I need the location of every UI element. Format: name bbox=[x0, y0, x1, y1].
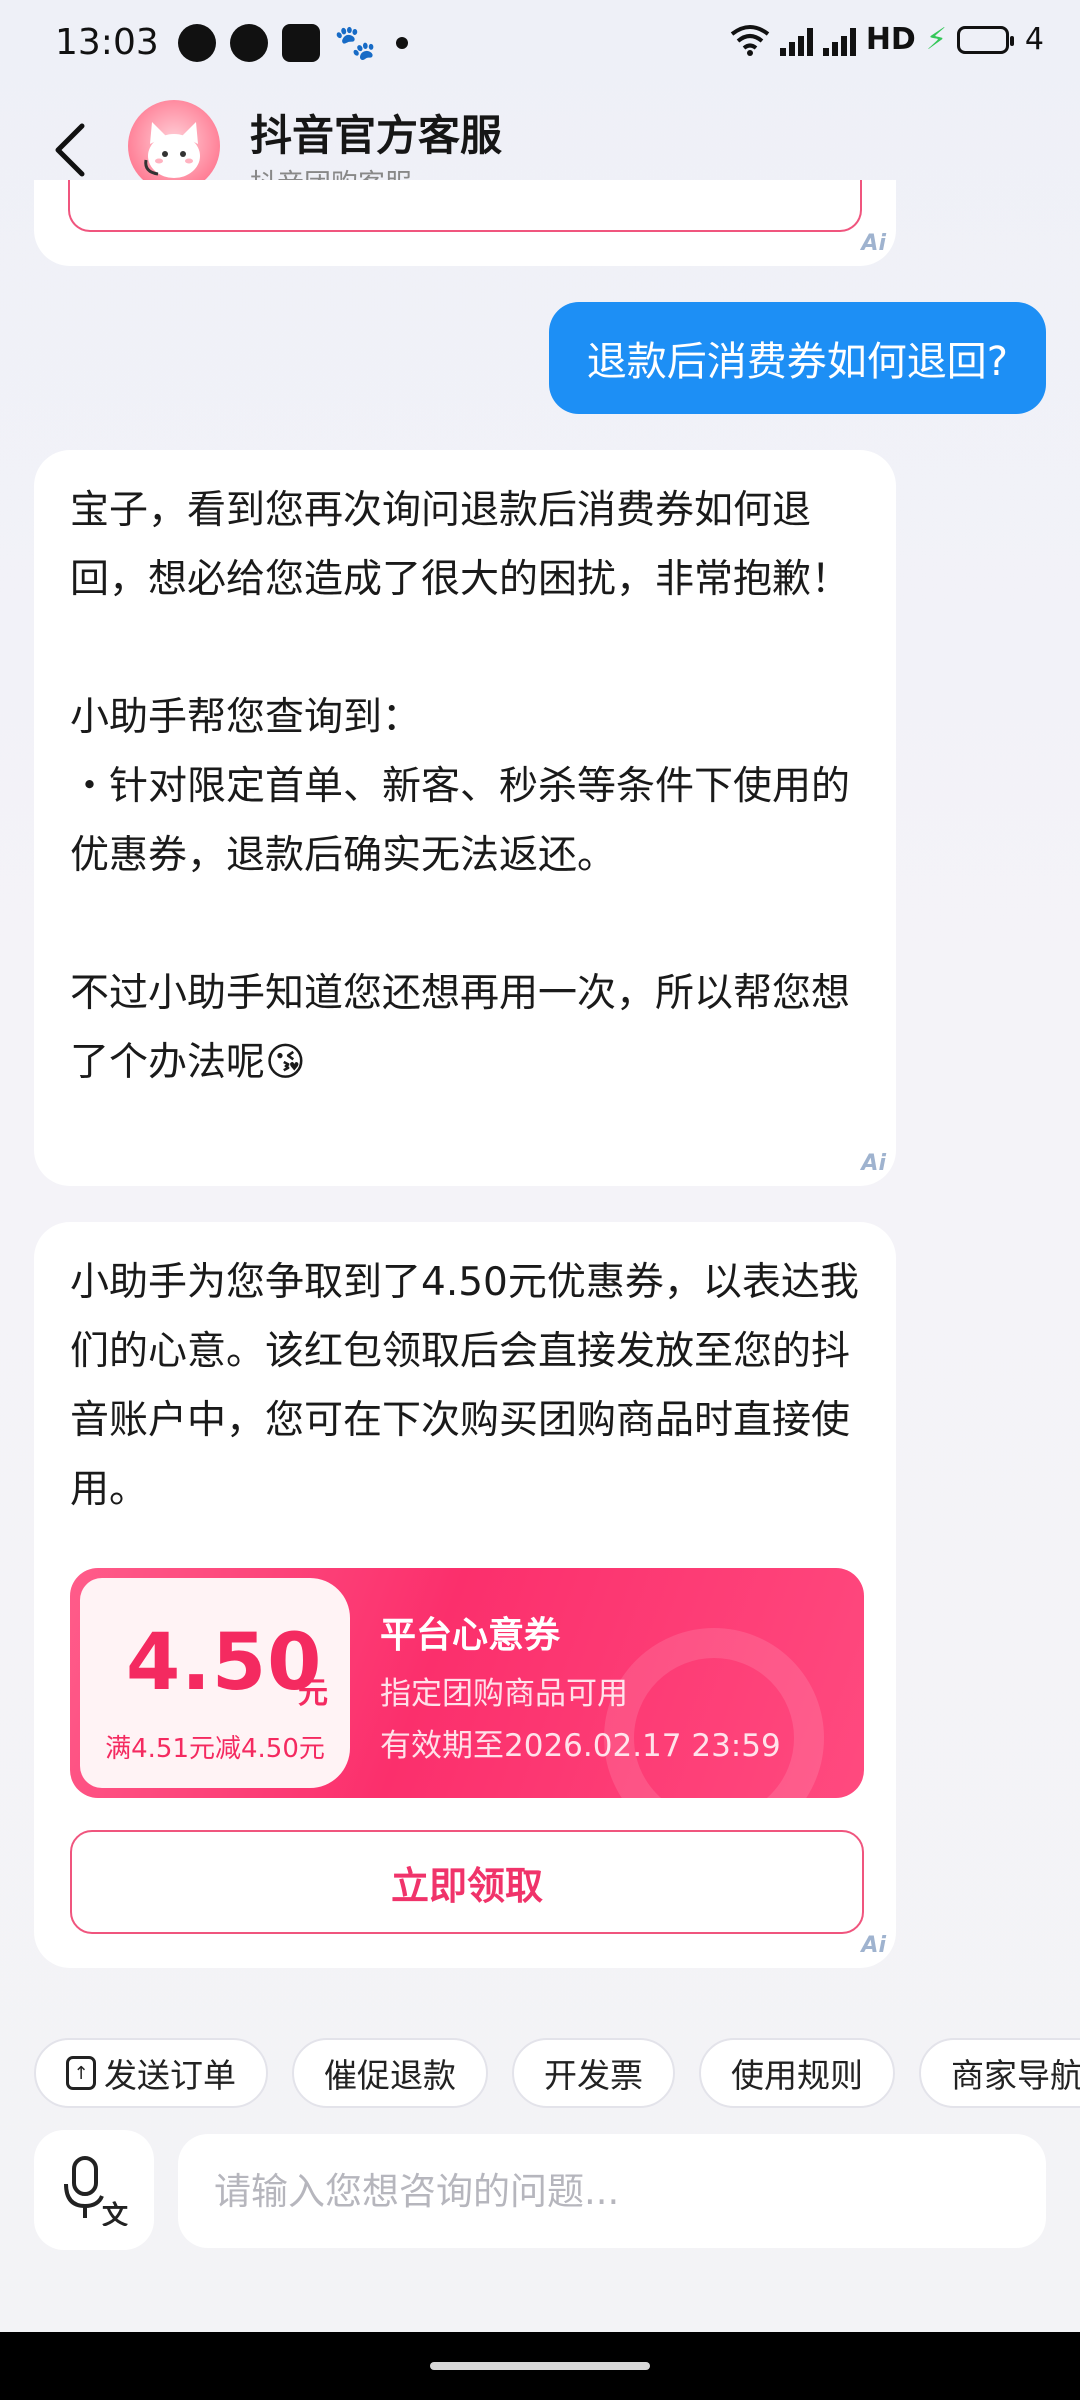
svg-text:文: 文 bbox=[102, 2200, 129, 2226]
coupon-condition: 满4.51元减4.50元 bbox=[105, 1734, 325, 1764]
page-title: 抖音官方客服 bbox=[250, 111, 503, 160]
bot-message-apology: 宝子，看到您再次询问退款后消费券如何退回，想必给您造成了很大的困扰，非常抱歉！ … bbox=[34, 450, 896, 1186]
chat-icon bbox=[230, 24, 268, 62]
coupon-expiry: 有效期至2026.02.17 23:59 bbox=[380, 1728, 781, 1764]
system-status: HD ⚡ 4 bbox=[730, 22, 1044, 57]
more-notifications-dot bbox=[396, 37, 408, 49]
voice-input-button[interactable]: 文 bbox=[34, 2130, 154, 2250]
signal-icon-2 bbox=[822, 24, 856, 56]
coupon-amount: 4.50 bbox=[126, 1618, 323, 1708]
reply-bullet: ・针对限定首单、新客、秒杀等条件下使用的优惠券，退款后确实无法返还。 bbox=[70, 764, 851, 878]
ai-badge: Ai bbox=[861, 1933, 886, 1958]
charging-icon: ⚡ bbox=[925, 22, 947, 57]
message-text: 小助手为您争取到了4.50元优惠券，以表达我们的心意。该红包领取后会直接发放至您… bbox=[70, 1248, 860, 1524]
chip-label: 使用规则 bbox=[731, 2056, 863, 2095]
home-indicator[interactable] bbox=[430, 2362, 650, 2370]
microphone-translate-icon: 文 bbox=[64, 2156, 129, 2226]
chip-label: 开发票 bbox=[544, 2056, 643, 2095]
coupon-decoration bbox=[604, 1628, 824, 1798]
claim-coupon-button[interactable]: 立即领取 bbox=[70, 1830, 864, 1934]
order-icon: ↑ bbox=[66, 2056, 96, 2090]
ai-badge: Ai bbox=[861, 1151, 886, 1176]
chip-send-order[interactable]: ↑ 发送订单 bbox=[34, 2038, 268, 2108]
ai-badge: Ai bbox=[861, 231, 886, 256]
chip-usage-rules[interactable]: 使用规则 bbox=[699, 2038, 895, 2108]
cat-mascot-icon bbox=[144, 122, 200, 178]
bot-message-coupon: 小助手为您争取到了4.50元优惠券，以表达我们的心意。该红包领取后会直接发放至您… bbox=[34, 1222, 896, 1968]
qq-icon bbox=[282, 24, 320, 62]
question-input[interactable] bbox=[178, 2134, 1046, 2248]
coupon-scope: 指定团购商品可用 bbox=[380, 1676, 628, 1712]
quick-actions: ↑ 发送订单 催促退款 开发票 使用规则 商家导航 bbox=[34, 2038, 1080, 2108]
chip-label: 商家导航 bbox=[951, 2056, 1080, 2095]
chip-label: 催促退款 bbox=[324, 2056, 456, 2095]
wifi-icon bbox=[730, 24, 770, 56]
message-text: 宝子，看到您再次询问退款后消费券如何退回，想必给您造成了很大的困扰，非常抱歉！ … bbox=[70, 476, 860, 1097]
reply-paragraph: 小助手为您争取到了4.50元优惠券，以表达我们的心意。该红包领取后会直接发放至您… bbox=[70, 1260, 859, 1512]
signal-icon-1 bbox=[779, 24, 813, 56]
chip-urge-refund[interactable]: 催促退款 bbox=[292, 2038, 488, 2108]
status-bar: 13:03 🐾 HD ⚡ 4 bbox=[0, 0, 1080, 90]
coupon-unit: 元 bbox=[298, 1676, 328, 1711]
message-icon bbox=[178, 24, 216, 62]
coupon-title: 平台心意券 bbox=[380, 1615, 561, 1656]
user-message[interactable]: 退款后消费券如何退回? bbox=[548, 302, 1046, 414]
previous-bot-message: Ai bbox=[34, 180, 896, 266]
reply-paragraph: 不过小助手知道您还想再用一次，所以帮您想了个办法呢😘 bbox=[70, 971, 851, 1085]
back-button[interactable] bbox=[40, 110, 100, 190]
chevron-left-icon bbox=[55, 123, 85, 177]
hd-label: HD bbox=[865, 22, 916, 57]
chip-merchant-nav[interactable]: 商家导航 bbox=[919, 2038, 1080, 2108]
battery-level: 4 bbox=[1024, 22, 1044, 57]
coupon-value-panel: 4.50 元 满4.51元减4.50元 bbox=[80, 1578, 350, 1788]
paw-icon: 🐾 bbox=[334, 23, 377, 63]
reply-paragraph: 宝子，看到您再次询问退款后消费券如何退回，想必给您造成了很大的困扰，非常抱歉！ bbox=[70, 488, 851, 602]
chip-label: 发送订单 bbox=[104, 2056, 236, 2095]
avatar[interactable] bbox=[128, 100, 220, 192]
notification-icons: 🐾 bbox=[178, 24, 408, 62]
coupon-card[interactable]: 4.50 元 满4.51元减4.50元 平台心意券 指定团购商品可用 有效期至2… bbox=[70, 1568, 864, 1798]
status-time: 13:03 bbox=[55, 22, 159, 63]
chip-invoice[interactable]: 开发票 bbox=[512, 2038, 675, 2108]
previous-card-outline bbox=[68, 180, 862, 232]
system-nav-bar bbox=[0, 2332, 1080, 2400]
battery-icon bbox=[956, 25, 1014, 54]
reply-paragraph: 小助手帮您查询到： bbox=[70, 695, 422, 740]
